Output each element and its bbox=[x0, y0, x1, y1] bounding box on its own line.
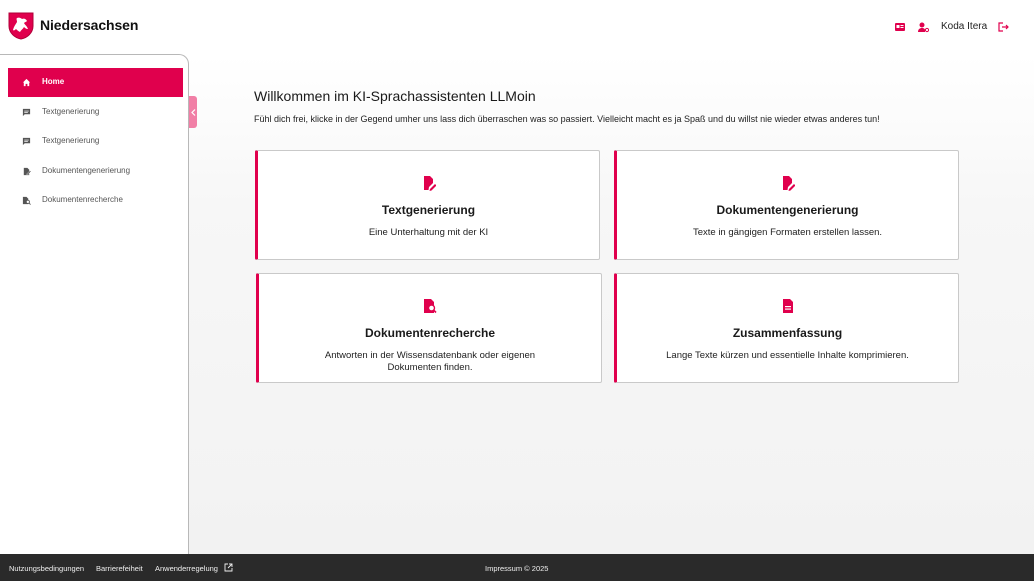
sidebar-item-label: Home bbox=[42, 77, 65, 86]
username[interactable]: Koda Itera bbox=[941, 21, 987, 32]
sidebar-item-textgenerierung[interactable]: Textgenerierung bbox=[8, 98, 183, 127]
sidebar-item-label: Dokumentengenerierung bbox=[42, 166, 131, 175]
footer: Nutzungsbedingungen Barrierefeiheit Anwe… bbox=[0, 554, 1034, 581]
sidebar-item-dokumentenrecherche[interactable]: Dokumentenrecherche bbox=[8, 186, 183, 215]
sidebar-collapse-button[interactable] bbox=[189, 96, 197, 128]
sidebar-item-textgenerierung-2[interactable]: Textgenerierung bbox=[8, 127, 183, 156]
page-subtitle: Fühl dich frei, klicke in der Gegend umh… bbox=[254, 114, 880, 124]
user-settings-icon[interactable] bbox=[917, 21, 929, 33]
brand-title: Niedersachsen bbox=[40, 17, 139, 33]
card-description: Lange Texte kürzen und essentielle Inhal… bbox=[666, 350, 909, 361]
document-search-icon bbox=[22, 196, 31, 205]
chevron-left-icon bbox=[190, 108, 195, 116]
chat-icon bbox=[22, 137, 31, 146]
id-card-icon[interactable] bbox=[894, 21, 906, 33]
card-textgenerierung[interactable]: Textgenerierung Eine Unterhaltung mit de… bbox=[255, 150, 600, 260]
sidebar-item-dokumentengenerierung[interactable]: Dokumentengenerierung bbox=[8, 157, 183, 186]
niedersachsen-logo[interactable] bbox=[8, 12, 34, 40]
card-dokumentenrecherche[interactable]: Dokumentenrecherche Antworten in der Wis… bbox=[256, 273, 602, 383]
document-search-icon bbox=[424, 299, 437, 314]
document-text-icon bbox=[783, 299, 793, 313]
card-description: Eine Unterhaltung mit der KI bbox=[368, 227, 489, 238]
footer-link-nutzungsbedingungen[interactable]: Nutzungsbedingungen bbox=[9, 564, 84, 573]
chat-icon bbox=[22, 108, 31, 117]
sidebar-item-label: Textgenerierung bbox=[42, 136, 100, 145]
edit-document-icon bbox=[424, 176, 436, 191]
sidebar: Home Textgenerierung Textgenerierung Dok… bbox=[0, 54, 189, 554]
home-icon bbox=[22, 78, 31, 87]
external-link-icon[interactable] bbox=[224, 563, 233, 572]
card-description: Antworten in der Wissensdatenbank oder e… bbox=[324, 350, 536, 373]
footer-link-anwenderregelung[interactable]: Anwenderregelung bbox=[155, 564, 218, 573]
sidebar-item-label: Dokumentenrecherche bbox=[42, 195, 123, 204]
card-title: Dokumentenrecherche bbox=[364, 326, 496, 340]
document-edit-icon bbox=[23, 167, 31, 176]
card-dokumentengenerierung[interactable]: Dokumentengenerierung Texte in gängigen … bbox=[614, 150, 959, 260]
sidebar-item-home[interactable]: Home bbox=[8, 68, 183, 97]
card-description: Texte in gängigen Formaten erstellen las… bbox=[692, 227, 883, 238]
footer-impressum-copyright[interactable]: Impressum © 2025 bbox=[485, 564, 548, 573]
header: Niedersachsen Koda Itera bbox=[0, 0, 1034, 54]
sidebar-item-label: Textgenerierung bbox=[42, 107, 100, 116]
card-title: Textgenerierung bbox=[381, 203, 476, 217]
footer-link-barrierefreiheit[interactable]: Barrierefeiheit bbox=[96, 564, 143, 573]
card-title: Dokumentengenerierung bbox=[716, 203, 859, 217]
logout-icon[interactable] bbox=[997, 21, 1009, 33]
card-title: Zusammenfassung bbox=[732, 326, 843, 340]
edit-document-icon bbox=[783, 176, 795, 191]
page-title: Willkommen im KI-Sprachassistenten LLMoi… bbox=[254, 88, 536, 104]
card-zusammenfassung[interactable]: Zusammenfassung Lange Texte kürzen und e… bbox=[614, 273, 959, 383]
